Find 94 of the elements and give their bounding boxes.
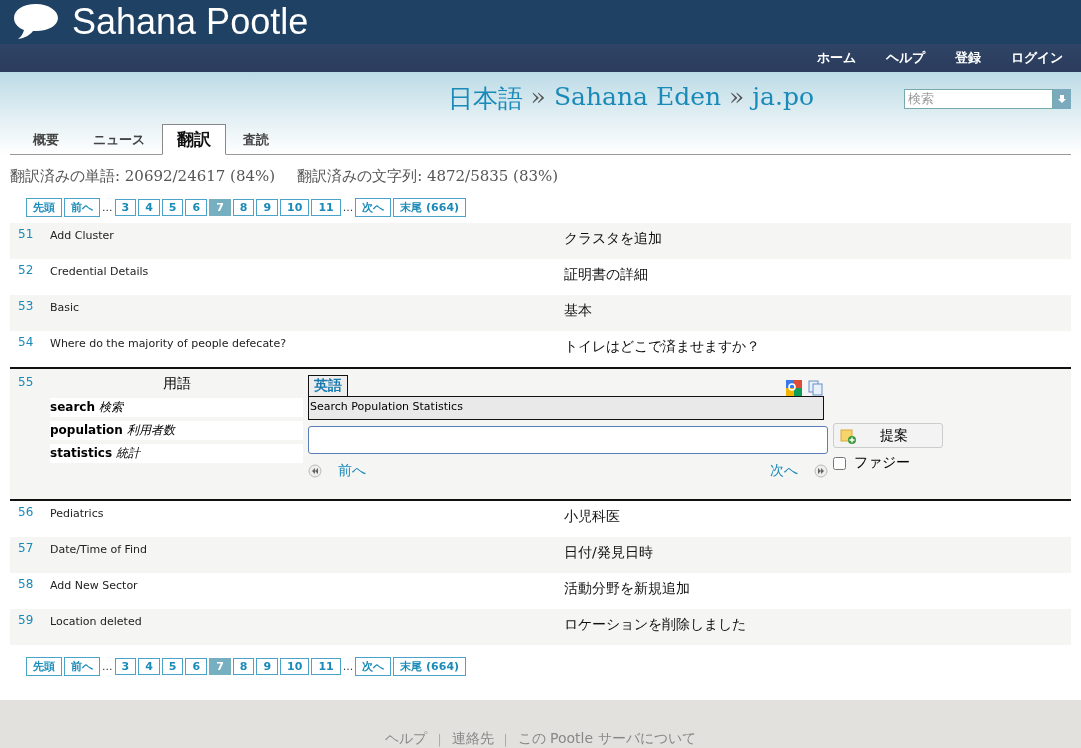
row-number[interactable]: 53 [10, 299, 50, 313]
page-link[interactable]: 5 [161, 658, 184, 675]
page-link[interactable]: 10 [280, 199, 310, 216]
source-text: Pediatrics [50, 506, 105, 520]
translation-text: トイレはどこで済ませますか？ [564, 337, 760, 356]
footer-link[interactable]: この Pootle サーバについて [517, 730, 696, 748]
footer-link[interactable]: 連絡先 [451, 730, 494, 748]
breadcrumb-link[interactable]: Sahana Eden [553, 82, 722, 115]
page-link[interactable]: 3 [114, 658, 137, 675]
fuzzy-checkbox[interactable] [833, 456, 846, 470]
row-number[interactable]: 59 [10, 613, 50, 627]
page-link[interactable]: 6 [185, 199, 208, 216]
page-link[interactable]: 前へ [64, 198, 100, 217]
speech-bubble-icon [12, 2, 60, 42]
nav-link[interactable]: ヘルプ [886, 49, 925, 67]
translation-text: クラスタを追加 [564, 229, 662, 248]
search-field[interactable]: 検索 [904, 88, 1053, 109]
row-number[interactable]: 55 [10, 375, 50, 499]
page-link[interactable]: 9 [256, 199, 279, 216]
page-link[interactable]: 4 [138, 658, 160, 675]
site-title: Sahana Pootle [72, 1, 309, 43]
language-tab[interactable]: 英語 [308, 375, 348, 396]
nav-link[interactable]: 登録 [955, 49, 981, 67]
translation-text: 活動分野を新規追加 [564, 579, 690, 598]
translation-text: ロケーションを削除しました [564, 615, 746, 634]
page-link[interactable]: 先頭 [26, 657, 62, 676]
note-add-icon [840, 427, 856, 444]
source-text: Where do the majority of people defecate? [50, 336, 288, 350]
previous-link[interactable]: 前へ [308, 462, 366, 480]
page-link[interactable]: 8 [232, 658, 255, 675]
page-link[interactable]: 前へ [64, 657, 100, 676]
page-link[interactable]: 7 [209, 658, 231, 675]
source-text: Add Cluster [50, 228, 115, 242]
page-link[interactable]: 末尾 (664) [393, 198, 467, 217]
translation-text: 日付/発見日時 [564, 543, 653, 562]
tab[interactable]: ニュース [76, 124, 162, 155]
translation-text: 基本 [564, 301, 592, 320]
page-link[interactable]: 次へ [355, 657, 392, 676]
translation-input[interactable] [308, 426, 828, 454]
page-link[interactable]: 末尾 (664) [393, 657, 467, 676]
fast-forward-icon[interactable] [814, 464, 828, 478]
glossary-heading: 用語 [162, 375, 191, 393]
tab[interactable]: 査読 [226, 124, 286, 155]
tab[interactable]: 概要 [16, 124, 76, 155]
page-link[interactable]: 10 [280, 658, 310, 675]
page-link[interactable]: 先頭 [26, 198, 62, 217]
glossary-term: population 利用者数 [50, 421, 303, 440]
row-number[interactable]: 54 [10, 335, 50, 349]
page-link[interactable]: 6 [185, 658, 208, 675]
breadcrumb-separator: » [530, 82, 546, 113]
page-link[interactable]: 次へ [355, 198, 392, 217]
next-link[interactable]: 次へ [770, 462, 828, 480]
translation-text: 小児科医 [564, 507, 620, 526]
ellipsis: ... [342, 201, 354, 214]
footer-separator: | [503, 733, 508, 748]
source-text: Location deleted [50, 614, 143, 628]
ellipsis: ... [102, 660, 113, 673]
copy-icon[interactable] [808, 380, 824, 396]
tab[interactable]: 翻訳 [162, 124, 226, 155]
source-text: Date/Time of Find [50, 542, 149, 556]
nav-link[interactable]: ホーム [817, 49, 856, 67]
row-number[interactable]: 58 [10, 577, 50, 591]
page-link[interactable]: 11 [311, 658, 341, 675]
stats-text: 翻訳済みの単語: 20692/24617 (84%) [10, 167, 276, 186]
breadcrumb-link[interactable]: 日本語 [447, 82, 523, 115]
breadcrumb-separator: » [729, 82, 745, 113]
footer-separator: | [437, 733, 442, 748]
glossary-term: statistics 統計 [50, 444, 303, 463]
nav-link[interactable]: ログイン [1011, 49, 1063, 67]
page-link[interactable]: 5 [161, 199, 184, 216]
page-link[interactable]: 11 [311, 199, 341, 216]
row-number[interactable]: 56 [10, 505, 50, 519]
ellipsis: ... [102, 201, 113, 214]
row-number[interactable]: 57 [10, 541, 50, 555]
source-text: Search Population Statistics [308, 396, 824, 420]
fuzzy-label: ファジー [854, 454, 910, 472]
source-text: Credential Details [50, 264, 150, 278]
stats-text: 翻訳済みの文字列: 4872/5835 (83%) [297, 167, 559, 186]
row-number[interactable]: 52 [10, 263, 50, 277]
source-text: Add New Sector [50, 578, 139, 592]
page-link[interactable]: 3 [114, 199, 137, 216]
page-link[interactable]: 9 [256, 658, 279, 675]
footer-link[interactable]: ヘルプ [385, 730, 428, 748]
google-translate-icon[interactable] [786, 380, 802, 396]
ellipsis: ... [342, 660, 354, 673]
page-link[interactable]: 4 [138, 199, 160, 216]
suggest-button[interactable]: 提案 [833, 423, 943, 448]
page-link[interactable]: 8 [232, 199, 255, 216]
rewind-icon[interactable] [308, 464, 322, 478]
row-number[interactable]: 51 [10, 227, 50, 241]
translation-text: 証明書の詳細 [564, 265, 648, 284]
source-text: Basic [50, 300, 81, 314]
glossary-term: search 検索 [50, 398, 303, 417]
page-link[interactable]: 7 [209, 199, 231, 216]
